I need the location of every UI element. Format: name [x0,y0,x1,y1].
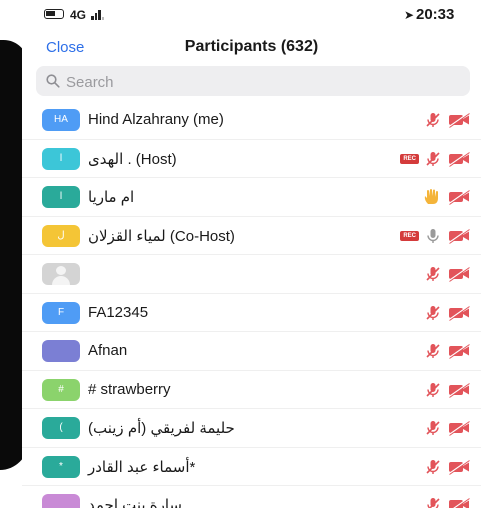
participant-row[interactable]: HA Hind Alzahrany (me) [22,101,481,140]
participant-row[interactable]: سارة بنت احمد [22,486,481,508]
microphone-muted-icon [424,150,442,168]
signal-bars-icon [91,9,104,20]
participant-status-icons [424,341,471,361]
participant-status-icons [424,495,471,508]
video-off-icon [447,381,471,398]
participant-name: FA12345 [88,303,149,321]
participant-row[interactable]: ( (حليمة لفريقي (أم زينب [22,409,481,448]
participant-row[interactable]: Afnan [22,332,481,371]
participant-row[interactable]: # # strawberry [22,371,481,409]
avatar [42,340,80,362]
avatar: ا [42,147,80,170]
avatar: F [42,301,80,324]
participant-row[interactable]: ل لمياء القزلان (Co-Host) REC [22,217,481,255]
microphone-muted-icon [424,265,442,283]
avatar: ل [42,224,80,247]
microphone-icon [424,227,442,245]
participant-name: Afnan [88,342,128,359]
video-off-icon [447,266,471,282]
participant-status-icons [424,110,471,130]
video-off-icon [447,420,471,436]
network-type: 4G [70,8,87,22]
participant-status-icons [424,303,471,323]
participant-list: HA Hind Alzahrany (me) ا الهدى . (Host) REC ا… [22,101,481,508]
search-bar[interactable] [36,66,470,96]
avatar: HA [42,109,80,131]
status-bar: 4G ➤ 20:33 [22,0,481,30]
participant-row[interactable]: F FA12345 [22,294,481,332]
raised-hand-icon [422,188,442,206]
participant-name: ام ماريا [88,189,135,206]
avatar [42,494,80,508]
video-off-icon [447,458,471,475]
microphone-muted-icon [424,342,442,360]
participant-status-icons [422,187,471,207]
participant-status-icons: REC [400,149,471,169]
microphone-muted-icon [424,458,442,476]
avatar: ا [42,186,80,208]
location-arrow-icon: ➤ [404,8,415,22]
video-off-icon [447,343,471,359]
microphone-muted-icon [424,419,442,437]
search-input[interactable] [64,69,458,95]
avatar [42,263,80,285]
microphone-muted-icon [424,111,442,129]
participant-row[interactable]: ا الهدى . (Host) REC [22,140,481,178]
microphone-muted-icon [424,496,442,508]
participant-status-icons [424,380,471,400]
microphone-muted-icon [424,304,442,322]
participant-name: لمياء القزلان (Co-Host) [88,227,235,245]
rec-badge: REC [400,153,419,164]
video-off-icon [447,189,471,205]
status-time: 20:33 [416,6,455,23]
video-off-icon [447,150,471,167]
video-off-icon [447,112,471,128]
video-off-icon [447,304,471,321]
microphone-muted-icon [424,381,442,399]
participant-row[interactable]: ا ام ماريا [22,178,481,217]
participant-name: سارة بنت احمد [88,497,182,508]
participant-row[interactable] [22,255,481,294]
rec-badge: REC [400,230,419,241]
participant-row[interactable]: * أسماء عبد القادر* [22,448,481,486]
participant-name: (حليمة لفريقي (أم زينب [88,420,235,437]
video-off-icon [447,497,471,508]
avatar: # [42,378,80,401]
avatar: * [42,455,80,478]
video-off-icon [447,227,471,244]
participant-status-icons: REC [400,226,471,246]
phone-screen: 4G ➤ 20:33 Close Participants (632) HA Hi… [22,0,481,508]
battery-icon [44,9,64,19]
participant-status-icons [424,264,471,284]
participant-name: أسماء عبد القادر* [88,458,196,476]
participant-name: # strawberry [88,380,171,398]
participant-status-icons [424,457,471,477]
avatar: ( [42,417,80,439]
participants-header: Close Participants (632) [22,32,481,60]
participant-status-icons [424,418,471,438]
participant-name: الهدى . (Host) [88,150,177,168]
search-icon [46,74,60,88]
page-title: Participants (632) [184,38,319,55]
participant-name: Hind Alzahrany (me) [88,111,224,128]
